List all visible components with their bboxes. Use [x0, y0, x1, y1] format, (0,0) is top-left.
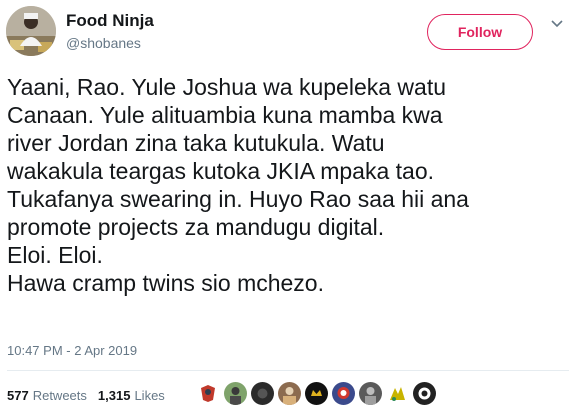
tweet-text-line: Hawa cramp twins sio mchezo. [7, 270, 324, 296]
liker-avatar[interactable] [332, 381, 355, 405]
liker-avatar[interactable] [251, 381, 274, 405]
tweet-text-line: river Jordan zina taka kutukula. Watu [7, 130, 385, 156]
avatar-image [6, 6, 56, 56]
tweet-text-line: Yaani, Rao. Yule Joshua wa kupeleka watu [7, 74, 446, 100]
retweets-label: Retweets [32, 387, 87, 403]
tweet-text: Yaani, Rao. Yule Joshua wa kupeleka watu… [7, 73, 569, 297]
likes-stat[interactable]: 1,315 Likes [98, 388, 165, 403]
tweet-text-line: Tukafanya swearing in. Huyo Rao saa hii … [7, 186, 469, 212]
user-handle[interactable]: @shobanes [66, 35, 141, 51]
chevron-down-icon[interactable] [549, 16, 565, 32]
tweet-text-line: Canaan. Yule alituambia kuna mamba kwa [7, 102, 443, 128]
likes-count: 1,315 [97, 387, 131, 403]
tweet-stats: 577 Retweets 1,315 Likes [7, 386, 165, 404]
follow-button[interactable]: Follow [427, 14, 533, 50]
liker-avatar[interactable] [413, 381, 436, 405]
likes-label: Likes [134, 387, 165, 403]
liker-avatar[interactable] [305, 381, 328, 405]
tweet-text-line: wakakula teargas kutoka JKIA mpaka tao. [7, 158, 435, 184]
tweet-header: Food Ninja @shobanes Follow [0, 0, 575, 64]
liker-avatar[interactable] [359, 381, 382, 405]
liker-avatar[interactable] [197, 381, 220, 405]
avatar[interactable] [6, 6, 56, 56]
tweet-text-line: Eloi. Eloi. [7, 242, 103, 268]
retweets-stat[interactable]: 577 Retweets [7, 388, 87, 403]
liker-avatar[interactable] [278, 381, 301, 405]
display-name[interactable]: Food Ninja [66, 11, 154, 31]
tweet-card: Food Ninja @shobanes Follow Yaani, Rao. … [0, 0, 575, 416]
divider [7, 370, 569, 371]
liker-avatar[interactable] [224, 381, 247, 405]
tweet-timestamp[interactable]: 10:47 PM - 2 Apr 2019 [7, 343, 137, 358]
retweets-count: 577 [7, 387, 29, 403]
liker-avatars [197, 380, 440, 406]
tweet-text-line: promote projects za mandugu digital. [7, 214, 385, 240]
liker-avatar[interactable] [386, 381, 409, 405]
